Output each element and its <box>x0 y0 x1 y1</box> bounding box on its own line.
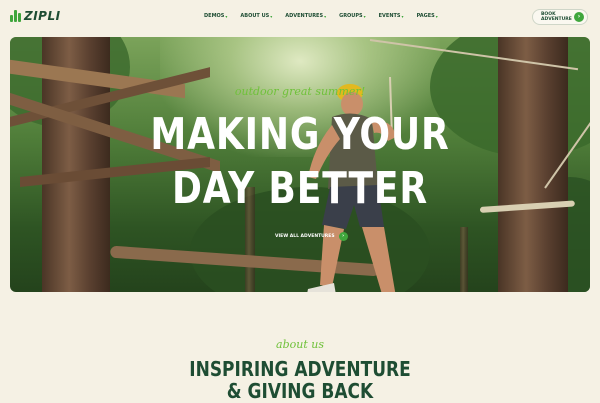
about-title-line-2: & GIVING BACK <box>226 379 374 403</box>
nav-item-about-us[interactable]: ABOUT US ▾ <box>240 13 272 19</box>
logo[interactable]: ZIPLI <box>10 9 61 23</box>
hero-banner: outdoor great summer! MAKING YOUR DAY BE… <box>10 37 590 292</box>
chevron-down-icon: ▾ <box>270 13 273 19</box>
view-all-adventures-link[interactable]: VIEW ALL ADVENTURES › <box>275 232 348 241</box>
nav-item-label: ABOUT US <box>240 13 270 19</box>
nav-item-label: EVENTS <box>378 13 401 19</box>
nav-item-label: DEMOS <box>204 13 225 19</box>
about-title-line-1: INSPIRING ADVENTURE <box>189 357 411 381</box>
hero-tagline: outdoor great summer! <box>234 85 366 98</box>
site-header: ZIPLI DEMOS ▾ ABOUT US ▾ ADVENTURES ▾ GR… <box>0 0 600 36</box>
chevron-down-icon: ▾ <box>324 13 327 19</box>
arrow-right-icon: › <box>574 12 584 22</box>
chevron-down-icon: ▾ <box>225 13 228 19</box>
about-eyebrow: about us <box>276 338 324 351</box>
tree-trunk-right <box>498 37 568 292</box>
view-all-adventures-label: VIEW ALL ADVENTURES <box>275 234 335 239</box>
chevron-down-icon: ▾ <box>363 13 366 19</box>
nav-item-adventures[interactable]: ADVENTURES ▾ <box>285 13 326 19</box>
nav-item-groups[interactable]: GROUPS ▾ <box>339 13 366 19</box>
tree-trunk-bg <box>460 227 468 292</box>
nav-item-label: PAGES <box>416 13 435 19</box>
nav-item-events[interactable]: EVENTS ▾ <box>379 13 404 19</box>
logo-icon <box>10 10 21 22</box>
arrow-right-icon: › <box>338 232 348 241</box>
hero-title-line-2: DAY BETTER <box>172 163 428 214</box>
nav-item-demos[interactable]: DEMOS ▾ <box>204 13 227 19</box>
nav-item-label: ADVENTURES <box>285 13 324 19</box>
hero-title-line-1: MAKING YOUR <box>150 109 450 160</box>
chevron-down-icon: ▾ <box>401 13 404 19</box>
nav-item-label: GROUPS <box>339 13 363 19</box>
chevron-down-icon: ▾ <box>435 13 438 19</box>
main-nav: DEMOS ▾ ABOUT US ▾ ADVENTURES ▾ GROUPS ▾… <box>204 13 451 19</box>
nav-item-pages[interactable]: PAGES ▾ <box>417 13 438 19</box>
book-adventure-button[interactable]: BOOK ADVENTURE › <box>532 9 588 25</box>
logo-text: ZIPLI <box>24 9 61 23</box>
